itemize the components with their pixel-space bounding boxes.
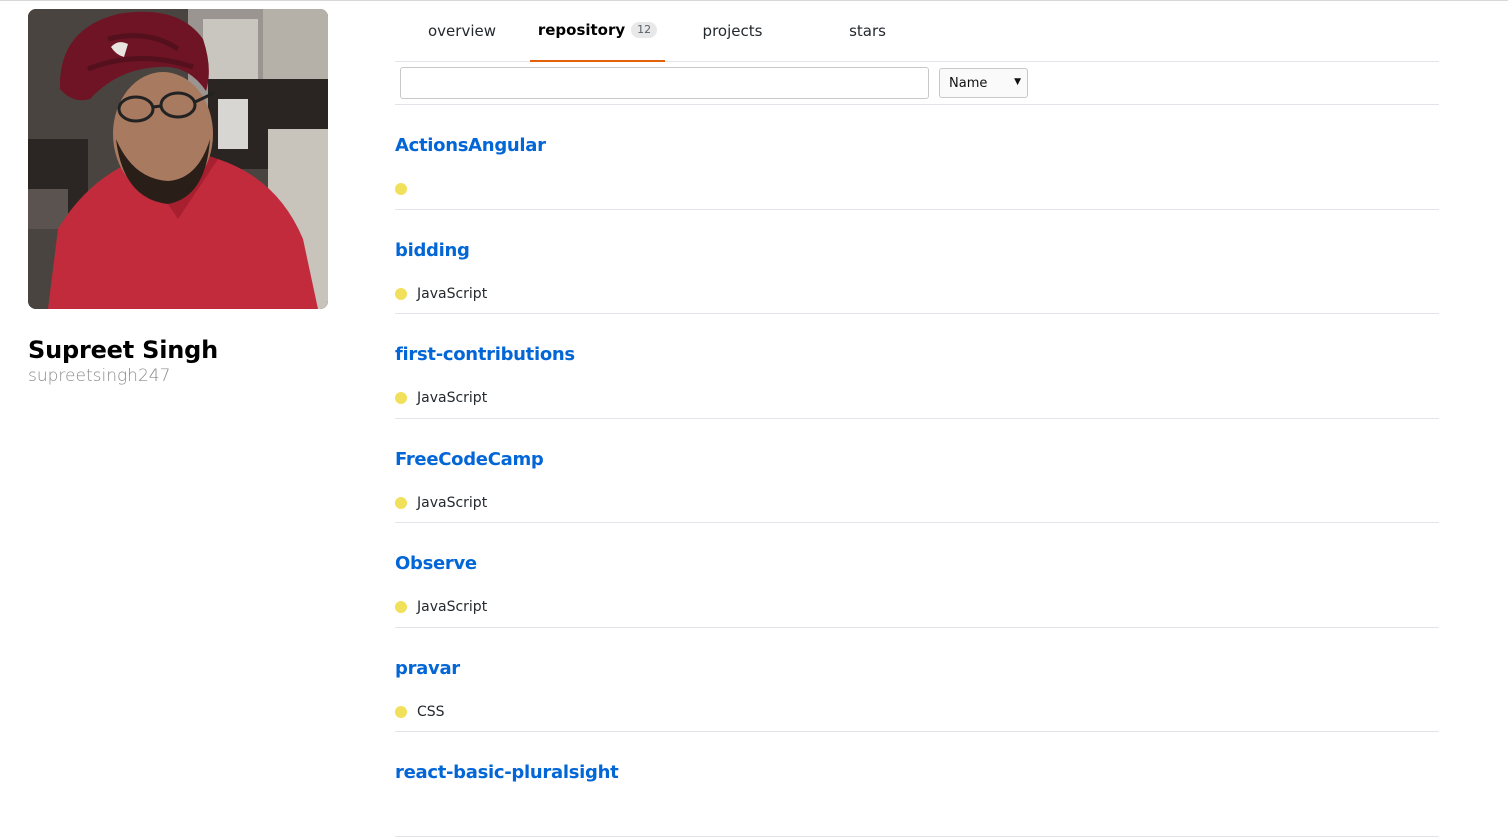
repository-meta: CSS [395,703,445,721]
repository-meta: JavaScript [395,285,487,303]
repository-link[interactable]: FreeCodeCamp [395,449,544,470]
repository-meta: JavaScript [395,389,487,407]
language-label: JavaScript [417,599,488,615]
profile-name: Supreet Singh [28,336,219,364]
tab-label: stars [849,22,886,40]
repository-link[interactable]: react-basic-pluralsight [395,762,619,783]
profile-tabs: overview repository 12 projects stars [395,0,1439,62]
language-color-dot [395,705,407,718]
repository-list: ActionsAngular bidding JavaScript first-… [395,105,1439,837]
repository-search-input[interactable] [400,67,929,99]
list-item: react-basic-pluralsight [395,732,1439,837]
repository-filter-bar: Name ▼ [395,62,1439,105]
language-color-dot [395,287,407,300]
repository-link[interactable]: ActionsAngular [395,135,546,156]
repository-link[interactable]: bidding [395,240,470,261]
caret-down-icon: ▼ [1014,77,1021,87]
language-color-dot [395,392,407,404]
sort-select-value: Name [949,75,988,91]
language-label: JavaScript [417,390,488,406]
repository-meta: JavaScript [395,598,487,616]
avatar-photo [28,9,328,309]
repository-link[interactable]: Observe [395,553,477,574]
list-item: pravar CSS [395,628,1439,732]
tab-overview[interactable]: overview [395,0,529,62]
language-color-dot [395,601,407,613]
tab-repository[interactable]: repository 12 [530,0,665,62]
list-item: bidding JavaScript [395,210,1439,314]
repository-link[interactable]: first-contributions [395,344,575,365]
sort-select[interactable]: Name ▼ [939,68,1028,98]
profile-username: supreetsingh247 [28,366,171,386]
list-item: first-contributions JavaScript [395,314,1439,419]
list-item: FreeCodeCamp JavaScript [395,419,1439,523]
language-color-dot [395,496,407,509]
tab-stars[interactable]: stars [800,0,935,62]
repository-link[interactable]: pravar [395,658,460,679]
repository-meta [395,180,417,198]
tab-projects[interactable]: projects [665,0,800,62]
repository-meta: JavaScript [395,494,487,512]
language-color-dot [395,183,407,195]
language-label: JavaScript [417,494,488,511]
tab-label: overview [428,22,496,40]
language-label: CSS [417,703,445,720]
list-item: Observe JavaScript [395,523,1439,628]
tab-label: repository [537,21,626,39]
tab-label: projects [702,22,763,40]
avatar[interactable] [28,9,328,309]
language-label: JavaScript [417,285,488,302]
list-item: ActionsAngular [395,105,1439,210]
profile-sidebar: Supreet Singh supreetsingh247 [28,9,328,387]
repository-count-badge: 12 [631,22,658,38]
